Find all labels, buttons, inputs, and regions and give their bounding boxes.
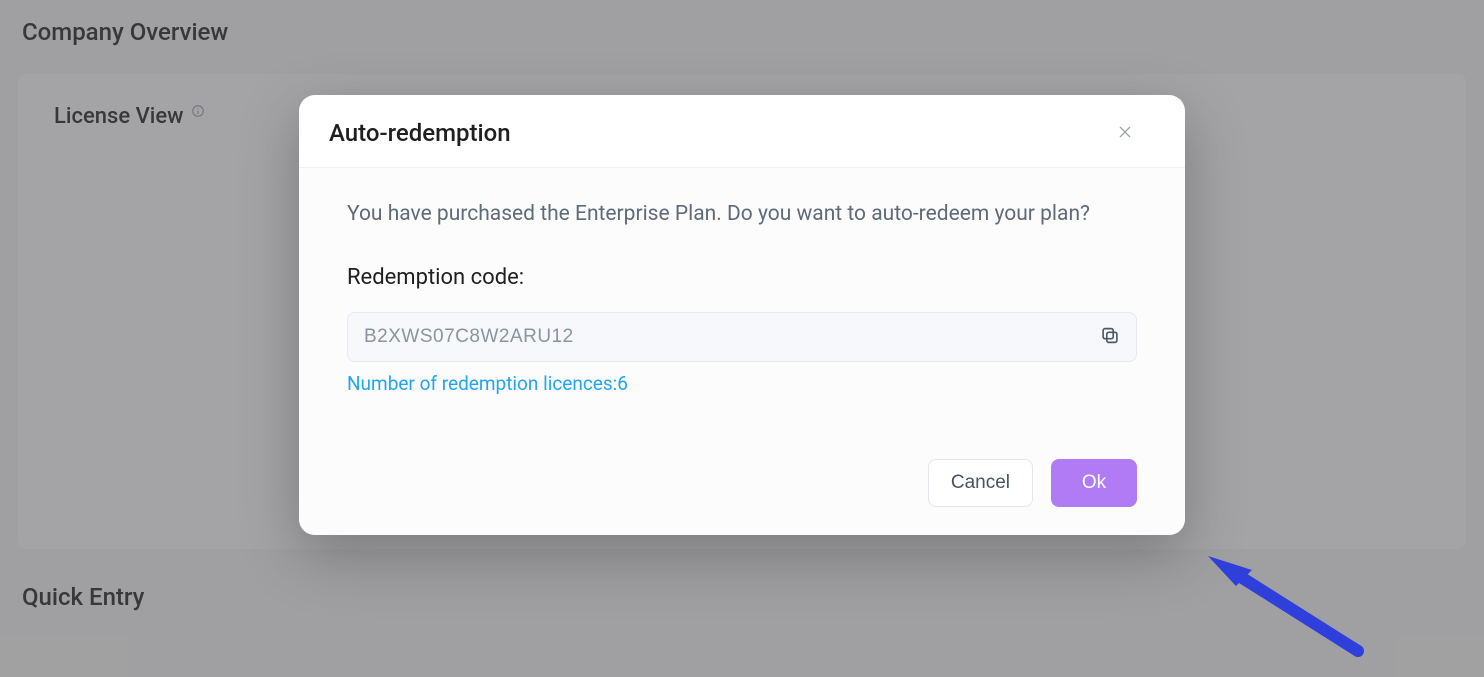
copy-icon xyxy=(1099,334,1121,349)
close-icon xyxy=(1117,128,1133,143)
auto-redemption-modal: Auto-redemption You have purchased the E… xyxy=(299,95,1185,535)
modal-footer: Cancel Ok xyxy=(299,435,1185,535)
ok-button[interactable]: Ok xyxy=(1051,459,1137,507)
copy-button[interactable] xyxy=(1093,318,1127,355)
licences-count-hint: Number of redemption licences:6 xyxy=(347,372,1137,395)
modal-title: Auto-redemption xyxy=(329,119,511,147)
cancel-button[interactable]: Cancel xyxy=(928,459,1033,507)
close-button[interactable] xyxy=(1113,120,1137,147)
redemption-code-field xyxy=(347,312,1137,362)
modal-message: You have purchased the Enterprise Plan. … xyxy=(347,198,1137,231)
redemption-code-label: Redemption code: xyxy=(347,265,1137,290)
modal-header: Auto-redemption xyxy=(299,95,1185,167)
modal-body: You have purchased the Enterprise Plan. … xyxy=(299,168,1185,435)
redemption-code-input[interactable] xyxy=(347,312,1137,362)
